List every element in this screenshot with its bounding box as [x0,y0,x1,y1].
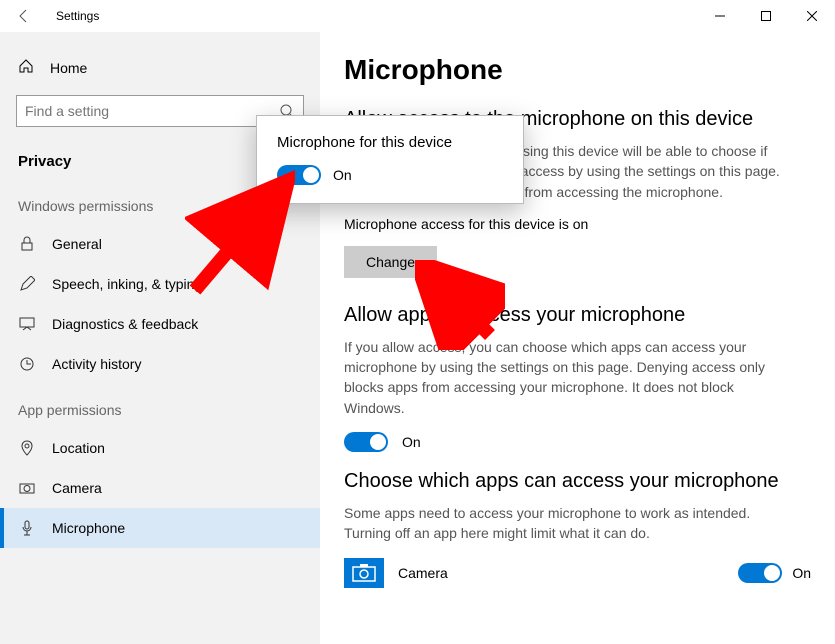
sidebar-item-diagnostics-feedback[interactable]: Diagnostics & feedback [0,304,320,344]
device-access-status: Microphone access for this device is on [344,216,811,232]
sidebar-item-label: Camera [52,480,102,496]
camera-icon [18,480,36,496]
close-button[interactable] [789,0,835,32]
app-name-label: Camera [398,565,724,581]
popup-toggle-label: On [333,167,352,183]
back-button[interactable] [0,0,48,32]
sidebar-item-label: Microphone [52,520,125,536]
sidebar-item-label: General [52,236,102,252]
sidebar-item-microphone[interactable]: Microphone [0,508,320,548]
window-title: Settings [56,9,99,23]
app-access-toggle[interactable] [344,432,388,452]
change-button[interactable]: Change [344,246,437,278]
pen-icon [18,276,36,292]
sidebar-home-label: Home [50,60,87,76]
sidebar-item-speech-inking-typing[interactable]: Speech, inking, & typing [0,264,320,304]
section-desc-choose-apps: Some apps need to access your microphone… [344,503,784,544]
location-icon [18,440,36,456]
section-heading-choose-apps: Choose which apps can access your microp… [344,470,811,493]
sidebar-item-location[interactable]: Location [0,428,320,468]
app-row-camera: Camera On [344,558,811,588]
maximize-button[interactable] [743,0,789,32]
sidebar-group-app-permissions: App permissions [0,384,320,428]
window-controls [697,0,835,32]
sidebar-item-general[interactable]: General [0,224,320,264]
sidebar-item-label: Activity history [52,356,141,372]
feedback-icon [18,316,36,332]
section-heading-app-access: Allow apps to access your microphone [344,304,811,327]
page-title: Microphone [344,54,811,86]
app-access-toggle-label: On [402,434,421,450]
section-desc-app-access: If you allow access, you can choose whic… [344,337,784,418]
minimize-button[interactable] [697,0,743,32]
camera-icon [352,564,376,582]
sidebar-item-camera[interactable]: Camera [0,468,320,508]
app-thumb-camera [344,558,384,588]
titlebar: Settings [0,0,835,32]
sidebar-home[interactable]: Home [0,48,320,87]
sidebar-item-label: Diagnostics & feedback [52,316,198,332]
home-icon [18,58,34,77]
popup-toggle[interactable] [277,165,321,185]
search-input[interactable] [25,103,279,119]
sidebar-item-label: Location [52,440,105,456]
history-icon [18,356,36,372]
app-toggle-camera-label: On [792,565,811,581]
arrow-left-icon [16,8,32,24]
app-toggle-camera[interactable] [738,563,782,583]
popup-title: Microphone for this device [277,134,503,151]
sidebar-item-label: Speech, inking, & typing [52,276,202,292]
sidebar-item-activity-history[interactable]: Activity history [0,344,320,384]
lock-icon [18,236,36,252]
microphone-icon [18,520,36,536]
device-microphone-popup: Microphone for this device On [256,115,524,204]
